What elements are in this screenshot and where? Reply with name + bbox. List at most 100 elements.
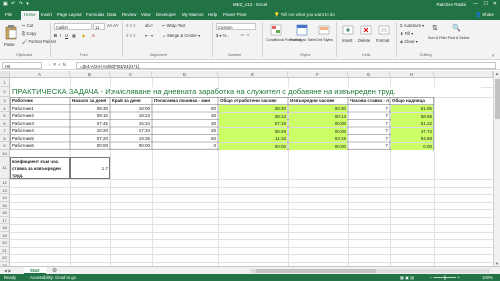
table-cell[interactable]: 51.22 <box>391 120 433 127</box>
select-all-corner[interactable] <box>0 71 10 78</box>
table-cell[interactable]: 18:23 <box>111 112 151 120</box>
scroll-thumb[interactable] <box>256 269 376 273</box>
row-header[interactable]: 9 <box>0 142 10 150</box>
zoom-slider[interactable]: − ━━━━╋━━━━ + <box>430 275 460 280</box>
row-header[interactable]: 11 <box>0 157 10 179</box>
find-select-icon[interactable]: 🔍 <box>452 24 461 32</box>
tab-help[interactable]: Help <box>208 12 217 17</box>
table-cell[interactable]: 60 <box>153 135 217 143</box>
table-cell[interactable]: 25 <box>153 127 217 135</box>
table-cell[interactable]: 7 <box>349 112 389 120</box>
row-header[interactable]: 15 <box>0 201 10 209</box>
tab-formulas[interactable]: Formulas <box>86 12 104 17</box>
cell-styles-icon[interactable] <box>318 24 330 36</box>
header-overtime[interactable]: Извънредни часове <box>289 97 347 105</box>
table-cell[interactable]: 11:15 <box>219 135 287 142</box>
wrap-text-button[interactable]: ↩ Wrap Text <box>162 23 185 28</box>
table-cell[interactable]: 18:00 <box>111 105 151 113</box>
row-header[interactable]: 12 <box>0 179 10 187</box>
row-header[interactable]: 1 <box>0 78 10 87</box>
cell-styles-button[interactable]: Cell Styles <box>316 38 333 42</box>
table-cell[interactable]: 7 <box>349 142 389 150</box>
column-header-b[interactable]: B <box>70 71 110 78</box>
table-cell[interactable]: 08:13 <box>219 112 287 120</box>
row-header[interactable]: 22 <box>0 254 10 262</box>
tab-data[interactable]: Data <box>107 12 116 17</box>
formula-input[interactable]: =(E4-A/24+A4/60)*B3/24)/1*1) <box>76 62 496 69</box>
delete-cells-icon[interactable] <box>360 24 372 36</box>
header-total-hours[interactable]: Общо отработени часове <box>219 97 287 105</box>
table-cell[interactable]: 17:34 <box>111 127 151 135</box>
column-header-e[interactable]: E <box>218 71 288 78</box>
name-box[interactable]: H6 <box>2 62 42 69</box>
table-cell[interactable]: 03:15 <box>289 135 347 142</box>
find-select-button[interactable]: Find & Select <box>448 36 469 40</box>
header-worker[interactable]: Работник <box>11 97 69 105</box>
table-cell[interactable]: Работник1 <box>11 105 69 113</box>
table-cell[interactable]: 00:30 <box>289 105 347 112</box>
tab-developer[interactable]: Developer <box>156 12 176 17</box>
row-header[interactable]: 5 <box>0 112 10 120</box>
column-header-c[interactable]: C <box>110 71 152 78</box>
coefficient-value[interactable]: 1.7 <box>70 157 110 179</box>
font-size-dropdown[interactable]: 11 <box>93 23 105 30</box>
underline-button[interactable]: U <box>65 33 68 38</box>
share-button[interactable]: 👤 Share <box>476 12 494 18</box>
formula-icons[interactable]: ⋮ ✕ ✓ fx <box>47 62 66 68</box>
row-header[interactable]: 19 <box>0 231 10 239</box>
table-cell[interactable]: 30 <box>153 112 217 120</box>
row-header[interactable]: 20 <box>0 239 10 247</box>
row-header[interactable]: 14 <box>0 194 10 202</box>
accessibility-status[interactable]: Accessibility: Good to go <box>30 275 76 280</box>
collapse-ribbon-icon[interactable]: ˄ <box>492 53 494 58</box>
tab-review[interactable]: Review <box>122 12 136 17</box>
table-cell[interactable]: 09:10 <box>71 112 109 120</box>
fill-button[interactable]: ⬇ Fill ▾ <box>400 31 413 36</box>
italic-button[interactable]: I <box>60 33 61 38</box>
add-sheet-icon[interactable]: ⊕ <box>52 267 57 274</box>
column-header-h[interactable]: H <box>390 71 434 78</box>
table-cell[interactable]: 06:49 <box>219 127 287 135</box>
table-cell[interactable]: 7 <box>349 135 389 143</box>
sort-filter-button[interactable]: Sort & Filter <box>428 36 447 40</box>
clear-button[interactable]: ◈ Clear ▾ <box>400 39 418 44</box>
column-header-g[interactable]: G <box>348 71 390 78</box>
header-break[interactable]: Полагаема почивка - мин <box>153 97 217 105</box>
table-cell[interactable]: Работник3 <box>11 120 69 128</box>
insert-button[interactable]: Insert <box>342 38 352 43</box>
row-header[interactable]: 2 <box>0 87 10 97</box>
table-cell[interactable]: 00:00 <box>289 142 347 150</box>
table-cell[interactable]: 30 <box>153 120 217 128</box>
table-cell[interactable]: 94.68 <box>391 135 433 142</box>
coefficient-label[interactable]: коефициент към час. ставка за извънреден… <box>10 157 70 179</box>
row-header[interactable]: 7 <box>0 127 10 135</box>
top-align-icon[interactable]: ≡ ≡ ≡ <box>126 23 136 28</box>
header-start[interactable]: Начало за деня <box>71 97 109 105</box>
table-cell[interactable]: 07:19 <box>219 120 287 127</box>
row-header[interactable]: 18 <box>0 224 10 232</box>
maximize-icon[interactable]: ☐ <box>484 1 488 7</box>
column-header-a[interactable]: A <box>10 71 70 78</box>
autosum-button[interactable]: Σ AutoSum ▾ <box>400 23 424 28</box>
tab-power-pivot[interactable]: Power Pivot <box>223 12 246 17</box>
table-cell[interactable]: Работник5 <box>11 135 69 143</box>
header-total-pay[interactable]: Общо надница <box>391 97 433 105</box>
table-cell[interactable]: 07:20 <box>71 135 109 143</box>
tab-insert[interactable]: Insert <box>41 12 52 17</box>
format-painter-button[interactable]: 🖌 Format Painter <box>22 39 56 45</box>
format-as-table-icon[interactable] <box>296 24 308 36</box>
column-header-d[interactable]: D <box>152 71 218 78</box>
tab-view[interactable]: View <box>141 12 150 17</box>
row-header[interactable]: 6 <box>0 119 10 127</box>
paste-icon[interactable] <box>4 24 18 40</box>
horizontal-scrollbar[interactable] <box>250 269 490 273</box>
table-cell[interactable]: Работник4 <box>11 127 69 135</box>
borders-icon[interactable]: ▦ <box>72 33 76 38</box>
table-cell[interactable]: 10:20 <box>71 127 109 135</box>
vertical-scrollbar[interactable]: ▲ ▼ <box>493 71 500 266</box>
close-icon[interactable]: ✕ <box>493 1 497 7</box>
delete-button[interactable]: Delete <box>358 38 370 43</box>
cut-button[interactable]: ✂ Cut <box>22 23 33 28</box>
table-cell[interactable]: 58.58 <box>391 112 433 120</box>
number-format-dropdown[interactable]: Custom <box>216 23 256 30</box>
